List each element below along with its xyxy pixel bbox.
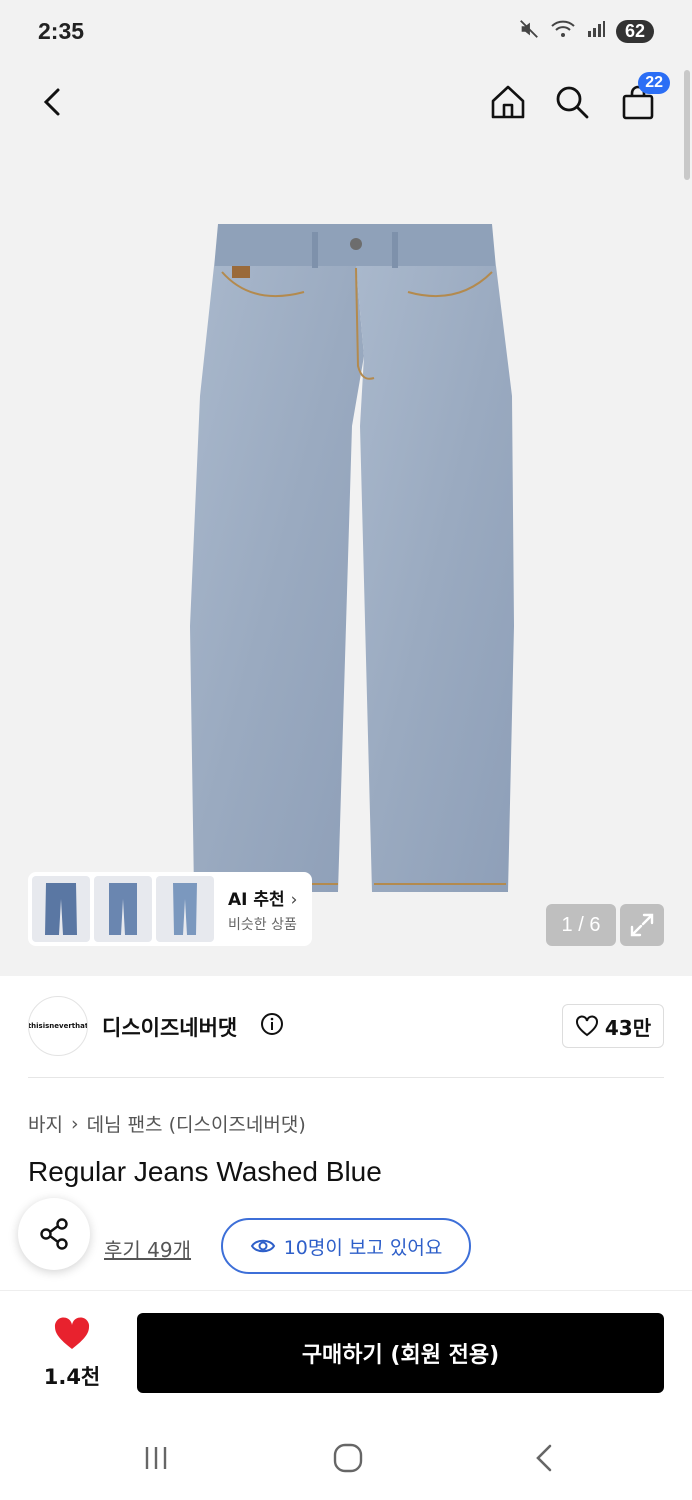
share-button[interactable] [18, 1198, 90, 1270]
eye-icon [250, 1239, 275, 1253]
ai-card-subtitle: 비슷한 상품 [228, 916, 297, 933]
breadcrumb: 바지 › 데님 팬츠 (디스이즈네버댓) [28, 1110, 306, 1137]
expand-icon [630, 913, 654, 937]
status-time: 2:35 [38, 18, 85, 44]
recent-apps-button[interactable] [136, 1438, 176, 1478]
recent-apps-icon [145, 1447, 167, 1469]
home-circle-icon [333, 1443, 363, 1473]
mute-icon [518, 18, 540, 44]
image-page-counter: 1 / 6 [546, 904, 616, 946]
home-icon [491, 85, 525, 119]
share-icon [40, 1218, 68, 1250]
product-image-gallery[interactable] [0, 66, 692, 976]
chevron-left-icon [43, 88, 60, 116]
top-navigation: 22 [0, 66, 692, 136]
search-icon [556, 86, 589, 119]
chevron-left-icon [536, 1444, 552, 1472]
review-row: ★ 9 후기 49개 10명이 보고 있어요 [28, 1218, 664, 1274]
signal-icon [586, 19, 606, 43]
ai-thumb-1 [32, 876, 90, 942]
brand-row: thisisneverthat 디스이즈네버댓 43만 [28, 996, 664, 1058]
breadcrumb-subcategory[interactable]: 데님 팬츠 (디스이즈네버댓) [87, 1110, 306, 1137]
ai-recommendation-card[interactable]: AI 추천 › 비슷한 상품 [28, 872, 312, 946]
info-icon[interactable] [260, 1012, 284, 1040]
divider [28, 1077, 664, 1078]
viewers-pill: 10명이 보고 있어요 [221, 1218, 471, 1274]
brand-like-button[interactable]: 43만 [562, 1004, 664, 1048]
cart-button[interactable]: 22 [614, 72, 670, 126]
viewers-text: 10명이 보고 있어요 [283, 1236, 443, 1259]
back-button[interactable] [28, 78, 76, 126]
android-navigation-bar [0, 1410, 692, 1500]
ai-thumb-2 [94, 876, 152, 942]
brand-like-count: 43만 [604, 1015, 652, 1040]
jeans-product-image [190, 224, 514, 892]
home-nav-button[interactable] [328, 1438, 368, 1478]
chevron-right-icon: › [70, 1112, 79, 1135]
scroll-indicator [684, 70, 690, 180]
bottom-action-bar: 1.4천 구매하기 (회원 전용) [0, 1290, 692, 1408]
like-count: 1.4천 [43, 1365, 101, 1389]
ai-card-text: AI 추천 › 비슷한 상품 [228, 885, 297, 934]
wifi-icon [550, 18, 576, 44]
brand-logo[interactable]: thisisneverthat [28, 996, 88, 1056]
battery-indicator: 62 [615, 19, 654, 43]
heart-outline-icon [575, 1015, 598, 1037]
review-count-link[interactable]: 후기 49개 [104, 1234, 191, 1263]
search-button[interactable] [548, 78, 596, 126]
buy-button[interactable]: 구매하기 (회원 전용) [137, 1313, 664, 1393]
expand-image-button[interactable] [620, 904, 664, 946]
chevron-right-icon: › [290, 889, 298, 910]
breadcrumb-category[interactable]: 바지 [28, 1110, 63, 1137]
ai-card-title: AI 추천 [228, 889, 285, 910]
product-title: Regular Jeans Washed Blue [28, 1156, 382, 1187]
home-button[interactable] [484, 78, 532, 126]
heart-filled-icon [54, 1317, 90, 1349]
status-icons: 62 [518, 18, 654, 44]
brand-name[interactable]: 디스이즈네버댓 [102, 1012, 237, 1042]
like-button[interactable]: 1.4천 [36, 1317, 108, 1391]
back-nav-button[interactable] [524, 1438, 564, 1478]
cart-count-badge: 22 [638, 72, 670, 94]
ai-thumb-3 [156, 876, 214, 942]
status-bar: 2:35 62 [0, 0, 692, 66]
